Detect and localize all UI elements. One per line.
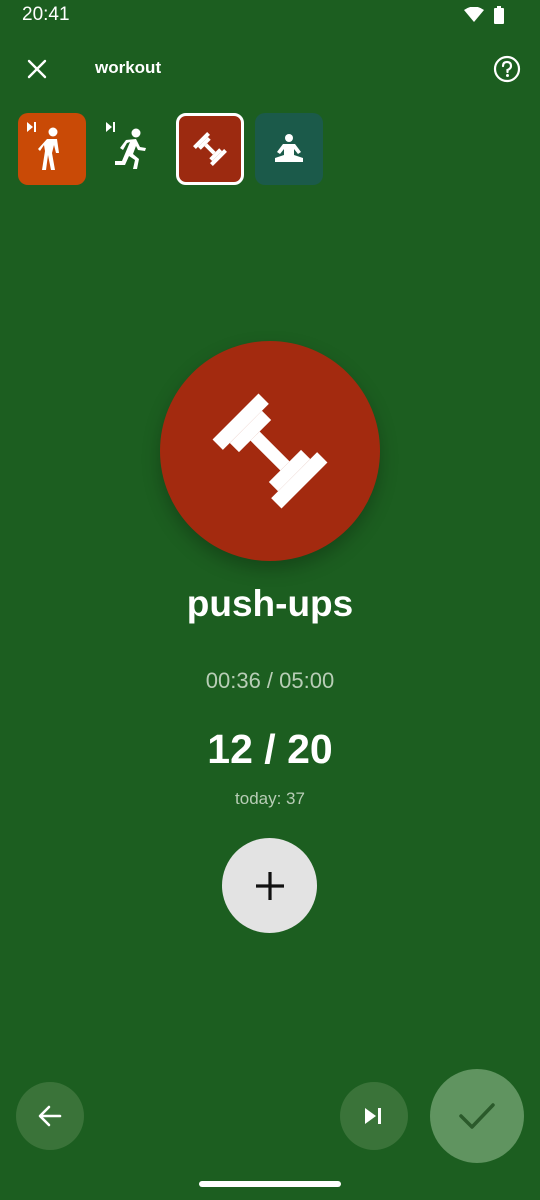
dumbbell-icon — [193, 132, 227, 166]
dumbbell-icon — [212, 393, 328, 509]
done-button[interactable] — [430, 1069, 524, 1163]
navigation-handle[interactable] — [199, 1181, 341, 1187]
plus-icon — [255, 871, 284, 900]
running-icon — [115, 128, 146, 169]
close-icon — [27, 59, 47, 79]
check-icon — [459, 1103, 495, 1129]
exercise-icon-circle — [160, 341, 380, 561]
add-rep-button[interactable] — [222, 838, 317, 933]
help-icon — [493, 55, 521, 83]
skip-next-icon — [365, 1108, 381, 1124]
skip-marker-icon — [26, 119, 38, 137]
today-total: today: 37 — [235, 789, 305, 808]
page-title: workout — [95, 58, 162, 77]
skip-next-button[interactable] — [340, 1082, 408, 1150]
arrow-left-icon — [38, 1105, 62, 1127]
wifi-icon — [464, 6, 484, 28]
back-button[interactable] — [16, 1082, 84, 1150]
help-button[interactable] — [490, 52, 524, 86]
exercise-name: push-ups — [186, 583, 354, 624]
activity-chip-meditation[interactable] — [255, 113, 323, 185]
close-button[interactable] — [20, 52, 54, 86]
skip-marker-icon — [105, 119, 117, 137]
rep-counter: 12 / 20 — [207, 726, 333, 772]
status-icons — [464, 6, 504, 29]
activity-chip-run[interactable] — [97, 113, 165, 185]
meditation-icon — [275, 134, 303, 162]
activity-chip-walk[interactable] — [18, 113, 86, 185]
battery-icon — [494, 6, 504, 29]
status-time: 20:41 — [22, 4, 70, 25]
walking-icon — [38, 127, 59, 170]
activity-chip-strength[interactable] — [176, 113, 244, 185]
exercise-timer: 00:36 / 05:00 — [205, 668, 335, 693]
